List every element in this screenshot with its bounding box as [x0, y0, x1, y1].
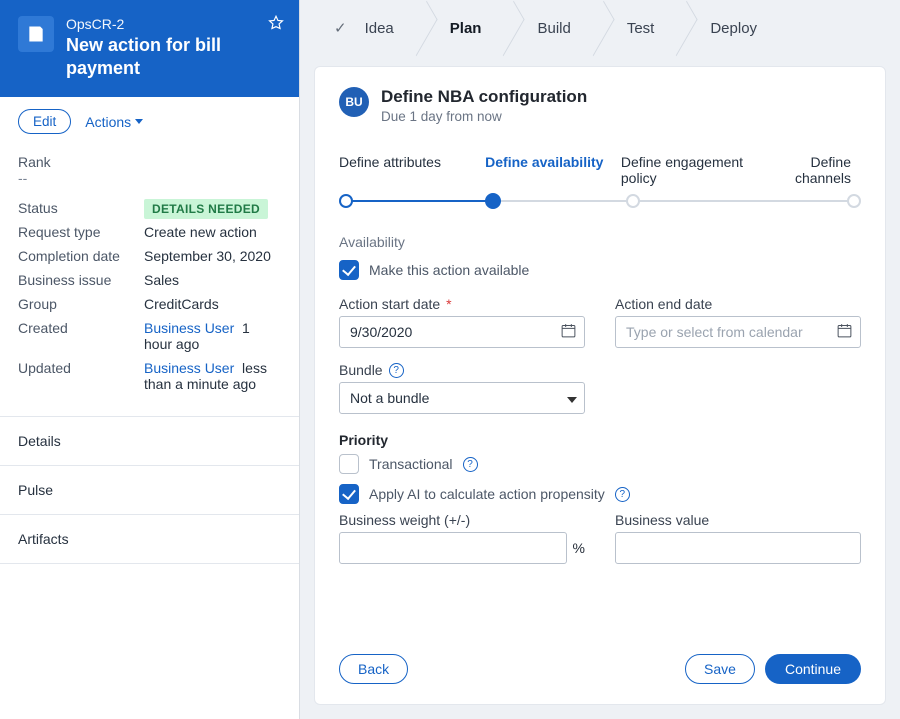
sidebar-nav: Details Pulse Artifacts [0, 416, 299, 564]
required-indicator: * [446, 296, 451, 312]
stage-label: Deploy [710, 20, 757, 37]
make-available-checkbox[interactable] [339, 260, 359, 280]
completion-date-value: September 30, 2020 [144, 248, 271, 264]
star-icon [267, 14, 285, 32]
check-icon: ✓ [334, 19, 347, 37]
business-value-input[interactable] [615, 532, 861, 564]
step-dot-3[interactable] [626, 194, 640, 208]
actions-menu[interactable]: Actions [85, 114, 143, 130]
created-user-link[interactable]: Business User [144, 320, 234, 336]
apply-ai-checkbox[interactable] [339, 484, 359, 504]
end-date-input[interactable] [615, 316, 861, 348]
stage-label: Idea [365, 20, 394, 37]
end-date-label: Action end date [615, 296, 712, 312]
availability-section-label: Availability [339, 234, 861, 250]
case-header: OpsCR-2 New action for bill payment [0, 0, 299, 97]
case-properties: Rank -- Status DETAILS NEEDED Request ty… [0, 146, 299, 410]
status-badge: DETAILS NEEDED [144, 199, 268, 219]
panel-actions: Back Save Continue [339, 638, 861, 684]
chevron-down-icon[interactable] [567, 390, 577, 406]
favorite-button[interactable] [267, 14, 285, 35]
transactional-checkbox[interactable] [339, 454, 359, 474]
start-date-input[interactable] [339, 316, 585, 348]
bundle-label: Bundle [339, 362, 383, 378]
help-icon[interactable]: ? [615, 487, 630, 502]
rank-value: -- [18, 170, 281, 186]
start-date-label: Action start date [339, 296, 440, 312]
case-title: New action for bill payment [66, 34, 281, 79]
group-value: CreditCards [144, 296, 219, 312]
updated-label: Updated [18, 360, 136, 392]
step-tracker: Define attributes Define availability De… [339, 154, 861, 208]
percent-label: % [573, 540, 585, 556]
chevron-down-icon [135, 119, 143, 124]
request-type-label: Request type [18, 224, 136, 240]
apply-ai-label: Apply AI to calculate action propensity [369, 486, 605, 502]
business-weight-label: Business weight (+/-) [339, 512, 470, 528]
case-id: OpsCR-2 [66, 16, 281, 32]
assignee-avatar: BU [339, 87, 369, 117]
business-issue-value: Sales [144, 272, 179, 288]
stage-label: Build [537, 20, 570, 37]
step-define-engagement-policy[interactable]: Define engagement policy [621, 154, 767, 186]
step-define-attributes[interactable]: Define attributes [339, 154, 485, 186]
panel-title: Define NBA configuration [381, 87, 587, 107]
nav-artifacts[interactable]: Artifacts [0, 515, 299, 564]
nav-details[interactable]: Details [0, 417, 299, 466]
step-dot-4[interactable] [847, 194, 861, 208]
stage-label: Test [627, 20, 655, 37]
sidebar: OpsCR-2 New action for bill payment Edit… [0, 0, 300, 719]
stage-deploy[interactable]: Deploy [682, 0, 785, 56]
app-root: OpsCR-2 New action for bill payment Edit… [0, 0, 900, 719]
status-label: Status [18, 200, 136, 216]
sidebar-toolbar: Edit Actions [0, 97, 299, 146]
completion-date-label: Completion date [18, 248, 136, 264]
stage-test[interactable]: Test [599, 0, 683, 56]
case-type-icon [18, 16, 54, 52]
group-label: Group [18, 296, 136, 312]
updated-user-link[interactable]: Business User [144, 360, 234, 376]
stage-label: Plan [450, 20, 482, 37]
stage-bar: ✓ Idea Plan Build Test Deploy [300, 0, 900, 56]
step-dot-1[interactable] [339, 194, 353, 208]
panel-due: Due 1 day from now [381, 109, 587, 124]
make-available-label: Make this action available [369, 262, 529, 278]
created-label: Created [18, 320, 136, 352]
stage-plan[interactable]: Plan [422, 0, 510, 56]
rank-label: Rank [18, 154, 136, 170]
main: ✓ Idea Plan Build Test Deploy BU Define … [300, 0, 900, 719]
bundle-select[interactable] [339, 382, 585, 414]
calendar-icon[interactable] [560, 322, 577, 342]
step-define-channels[interactable]: Define channels [767, 154, 861, 186]
step-dot-2[interactable] [485, 193, 501, 209]
actions-menu-label: Actions [85, 114, 131, 130]
stage-idea[interactable]: ✓ Idea [306, 0, 422, 56]
business-issue-label: Business issue [18, 272, 136, 288]
help-icon[interactable]: ? [389, 363, 404, 378]
save-button[interactable]: Save [685, 654, 755, 684]
work-panel: BU Define NBA configuration Due 1 day fr… [314, 66, 886, 705]
transactional-label: Transactional [369, 456, 453, 472]
help-icon[interactable]: ? [463, 457, 478, 472]
back-button[interactable]: Back [339, 654, 408, 684]
continue-button[interactable]: Continue [765, 654, 861, 684]
business-value-label: Business value [615, 512, 709, 528]
stage-build[interactable]: Build [509, 0, 598, 56]
edit-button[interactable]: Edit [18, 109, 71, 134]
step-define-availability[interactable]: Define availability [485, 154, 621, 186]
calendar-icon[interactable] [836, 322, 853, 342]
priority-header: Priority [339, 432, 861, 448]
business-weight-input[interactable] [339, 532, 567, 564]
request-type-value: Create new action [144, 224, 257, 240]
nav-pulse[interactable]: Pulse [0, 466, 299, 515]
